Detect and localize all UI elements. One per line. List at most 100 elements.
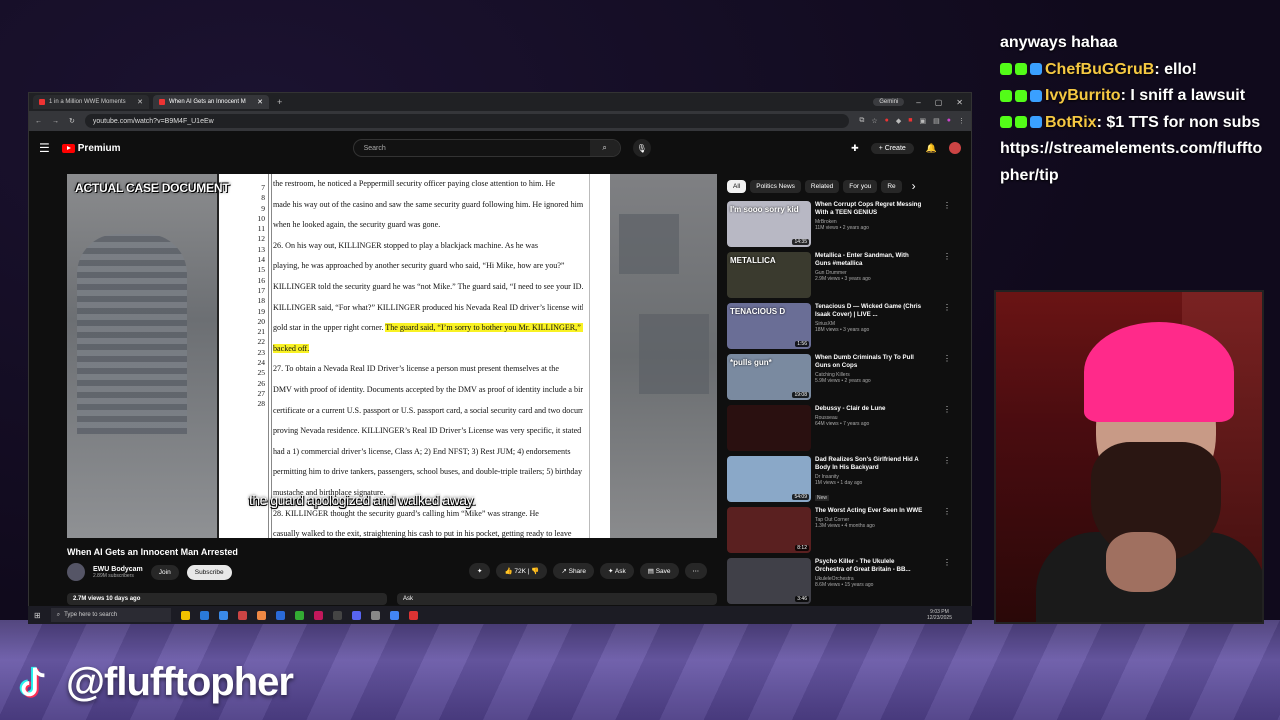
views-description-box[interactable]: 2.7M views 10 days ago [67,593,387,605]
youtube-logo[interactable]: Premium [61,143,121,154]
filter-chip[interactable]: Politics News [750,179,801,193]
create-button[interactable]: + Create [870,142,914,154]
thumbs-down-icon[interactable]: 👎 [531,568,539,575]
more-actions-icon[interactable]: ⋯ [684,563,708,579]
close-tab-icon[interactable]: ✕ [257,98,263,106]
taskbar-clock[interactable]: 9:03 PM 12/23/2025 [927,609,972,621]
filter-chip[interactable]: Related [804,179,840,193]
recommended-video[interactable]: 8:12 The Worst Acting Ever Seen In WWE Tap… [727,507,951,558]
search-input[interactable]: Search ⌕ [352,139,621,157]
forward-icon[interactable]: → [52,118,59,125]
reload-icon[interactable]: ↻ [69,117,75,125]
recommended-video[interactable]: *pulls gun* 19:08 When Dumb Criminals Try … [727,354,951,405]
more-options-icon[interactable]: ⋮ [943,252,951,261]
cast-icon[interactable]: ✚ [851,143,859,154]
recommended-video-title[interactable]: The Worst Acting Ever Seen In WWE [815,507,925,515]
recommended-video-title[interactable]: Psycho Killer - The Ukulele Orchestra of… [815,558,925,574]
notifications-bell-icon[interactable]: 🔔 [926,143,937,154]
user-avatar[interactable] [949,142,961,154]
profile-icon[interactable]: ● [947,117,951,125]
bookmark-star-icon[interactable]: ☆ [871,117,877,125]
more-menu-icon[interactable]: ⋮ [958,117,965,125]
browser-tab-1[interactable]: 1 in a Million WWE Moments ✕ [33,95,149,109]
video-thumbnail[interactable]: I'm sooo sorry kid 14:35 [727,201,811,247]
filter-chip[interactable]: Re [881,179,902,193]
extension-icon[interactable]: ◆ [896,117,901,125]
recommended-video-title[interactable]: Debussy - Clair de Lune [815,405,925,413]
more-options-icon[interactable]: ⋮ [943,456,951,465]
video-thumbnail[interactable]: METALLICA [727,252,811,298]
video-player[interactable]: 7 8 9 10 11 12 13 14 15 16 17 18 19 20 21 22 23 24 25 26 27 2… [67,174,717,538]
hype-button[interactable]: ✦ [469,563,491,579]
save-button[interactable]: ▤ Save [639,563,679,579]
recommended-video[interactable]: I'm sooo sorry kid 14:35 When Corrupt Cops… [727,201,951,252]
recommended-video-title[interactable]: When Corrupt Cops Regret Messing With a … [815,201,925,217]
chevron-right-icon[interactable]: › [912,179,916,193]
filter-chip[interactable]: All [727,179,747,193]
minimize-icon[interactable]: – [916,98,920,107]
close-window-icon[interactable]: ✕ [956,98,963,107]
video-thumbnail[interactable]: TENACIOUS D 1:56 [727,303,811,349]
app-icon[interactable] [237,610,247,620]
filter-chip[interactable]: For you [843,179,878,193]
more-options-icon[interactable]: ⋮ [943,354,951,363]
app-icon[interactable] [370,610,380,620]
like-button[interactable]: 👍 72K | 👎 [496,563,548,579]
microphone-icon[interactable]: 🎙 [632,139,651,157]
screenshot-icon[interactable]: ⧉ [859,117,864,125]
ask-bar[interactable]: Ask [397,593,717,605]
app-icon[interactable] [313,610,323,620]
windows-start-icon[interactable]: ⊞ [28,611,47,620]
more-options-icon[interactable]: ⋮ [943,303,951,312]
more-options-icon[interactable]: ⋮ [943,201,951,210]
more-options-icon[interactable]: ⋮ [943,405,951,414]
recommended-video-title[interactable]: Tenacious D — Wicked Game (Chris Isaak C… [815,303,925,319]
app-icon[interactable] [275,610,285,620]
discord-icon[interactable] [351,610,361,620]
video-thumbnail[interactable] [727,405,811,451]
recommended-video-title[interactable]: Metallica - Enter Sandman, With Guns #me… [815,252,925,268]
channel-name[interactable]: EWU Bodycam [93,566,143,573]
share-button[interactable]: ↗ Share [553,563,594,579]
video-thumbnail[interactable]: *pulls gun* 19:08 [727,354,811,400]
file-explorer-icon[interactable] [180,610,190,620]
join-button[interactable]: Join [150,564,179,580]
channel-avatar[interactable] [67,563,85,581]
video-thumbnail[interactable]: 8:12 [727,507,811,553]
video-thumbnail[interactable]: 54:09 [727,456,811,502]
subscribe-button[interactable]: Subscribe [186,564,232,580]
recommended-video[interactable]: 3:46 Psycho Killer - The Ukulele Orchestr… [727,558,951,609]
firefox-icon[interactable] [256,610,266,620]
extension-icon[interactable]: ● [885,117,889,125]
recommended-video[interactable]: Debussy - Clair de Lune Rousseau 64M views… [727,405,951,456]
search-icon[interactable]: ⌕ [589,140,620,156]
close-tab-icon[interactable]: ✕ [137,98,143,106]
url-field[interactable]: youtube.com/watch?v=B9M4F_U1eEw [84,114,850,128]
app-icon[interactable] [408,610,418,620]
more-options-icon[interactable]: ⋮ [943,558,951,567]
taskbar-search-input[interactable]: ⌕ Type here to search [50,608,171,622]
new-tab-button[interactable]: + [273,97,286,107]
video-thumbnail[interactable]: 3:46 [727,558,811,604]
back-icon[interactable]: ← [35,118,42,125]
extension-icon[interactable]: ▣ [920,117,927,125]
extension-icon[interactable]: ■ [908,117,912,125]
recommended-video-title[interactable]: When Dumb Criminals Try To Pull Guns on … [815,354,925,370]
obs-icon[interactable] [332,610,342,620]
ask-button[interactable]: ✦ Ask [599,563,634,579]
excel-icon[interactable] [294,610,304,620]
sidebar-icon[interactable]: ▤ [933,117,940,125]
store-icon[interactable] [218,610,228,620]
gemini-button[interactable]: Gemini [873,98,905,106]
hamburger-menu-icon[interactable]: ☰ [39,141,50,155]
edge-icon[interactable] [199,610,209,620]
browser-tab-2[interactable]: When AI Gets an Innocent M ✕ [153,95,269,109]
recommended-video[interactable]: 54:09 Dad Realizes Son's Girlfriend Hid A… [727,456,951,507]
more-options-icon[interactable]: ⋮ [943,507,951,516]
recommended-video[interactable]: TENACIOUS D 1:56 Tenacious D — Wicked Game… [727,303,951,354]
maximize-icon[interactable]: ▢ [935,98,943,107]
recommended-video[interactable]: METALLICA Metallica - Enter Sandman, With… [727,252,951,303]
recommended-video-title[interactable]: Dad Realizes Son's Girlfriend Hid A Body… [815,456,925,472]
document-line: casually walked to the exit, straighteni… [273,524,583,538]
chrome-icon[interactable] [389,610,399,620]
